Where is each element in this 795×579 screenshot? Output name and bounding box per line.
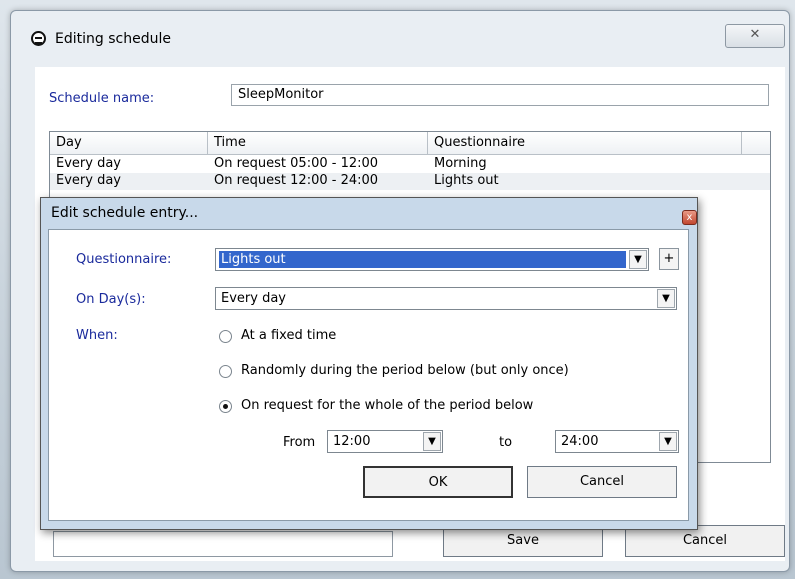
dialog-title: Edit schedule entry...: [51, 205, 199, 221]
app-icon: [31, 31, 46, 46]
close-icon: x: [686, 212, 693, 223]
chevron-down-icon[interactable]: ▼: [629, 250, 647, 269]
when-label: When:: [76, 328, 118, 343]
days-value: Every day: [221, 291, 286, 306]
ok-button[interactable]: OK: [363, 466, 513, 498]
schedule-name-label: Schedule name:: [49, 91, 155, 106]
radio-label: At a fixed time: [241, 328, 337, 343]
radio-label: On request for the whole of the period b…: [241, 398, 534, 413]
window-title: Editing schedule: [55, 31, 171, 47]
add-questionnaire-button[interactable]: +: [659, 248, 679, 270]
bottom-combo[interactable]: [53, 531, 393, 557]
to-label: to: [499, 435, 513, 450]
row-day: Every day: [56, 173, 121, 188]
dialog-cancel-button[interactable]: Cancel: [527, 466, 677, 498]
radio-label: Randomly during the period below (but on…: [241, 363, 569, 378]
questionnaire-value: Lights out: [219, 251, 626, 268]
window-title-bar: Editing schedule ✕: [11, 11, 789, 59]
days-select[interactable]: Every day ▼: [215, 287, 677, 310]
radio-button-selected[interactable]: [219, 400, 232, 413]
row-questionnaire: Lights out: [434, 173, 499, 188]
dialog-body: Questionnaire: Lights out ▼ + On Day(s):…: [48, 229, 689, 521]
column-header-day[interactable]: Day: [50, 132, 208, 154]
row-time: On request 12:00 - 24:00: [214, 173, 379, 188]
to-time-value: 24:00: [561, 434, 599, 449]
chevron-down-icon[interactable]: ▼: [423, 432, 441, 451]
list-header: Day Time Questionnaire: [50, 132, 770, 155]
from-time-select[interactable]: 12:00 ▼: [327, 430, 443, 453]
dialog-close-button[interactable]: x: [682, 210, 697, 225]
questionnaire-label: Questionnaire:: [76, 252, 172, 267]
row-time: On request 05:00 - 12:00: [214, 156, 379, 171]
from-label: From: [283, 435, 316, 450]
edit-entry-dialog: Edit schedule entry... x Questionnaire: …: [40, 197, 698, 530]
column-header-spacer: [742, 132, 770, 154]
to-time-select[interactable]: 24:00 ▼: [555, 430, 679, 453]
row-questionnaire: Morning: [434, 156, 487, 171]
row-day: Every day: [56, 156, 121, 171]
chevron-down-icon[interactable]: ▼: [657, 289, 675, 308]
from-time-value: 12:00: [333, 434, 371, 449]
window-close-button[interactable]: ✕: [725, 24, 785, 48]
close-icon: ✕: [749, 27, 761, 42]
schedule-name-input[interactable]: SleepMonitor: [231, 84, 769, 106]
table-row[interactable]: Every day On request 05:00 - 12:00 Morni…: [50, 156, 770, 173]
days-label: On Day(s):: [76, 292, 146, 307]
table-row[interactable]: Every day On request 12:00 - 24:00 Light…: [50, 173, 770, 190]
radio-button[interactable]: [219, 330, 232, 343]
chevron-down-icon[interactable]: ▼: [659, 432, 677, 451]
radio-button[interactable]: [219, 365, 232, 378]
questionnaire-select[interactable]: Lights out ▼: [215, 248, 649, 271]
column-header-time[interactable]: Time: [208, 132, 428, 154]
column-header-questionnaire[interactable]: Questionnaire: [428, 132, 742, 154]
